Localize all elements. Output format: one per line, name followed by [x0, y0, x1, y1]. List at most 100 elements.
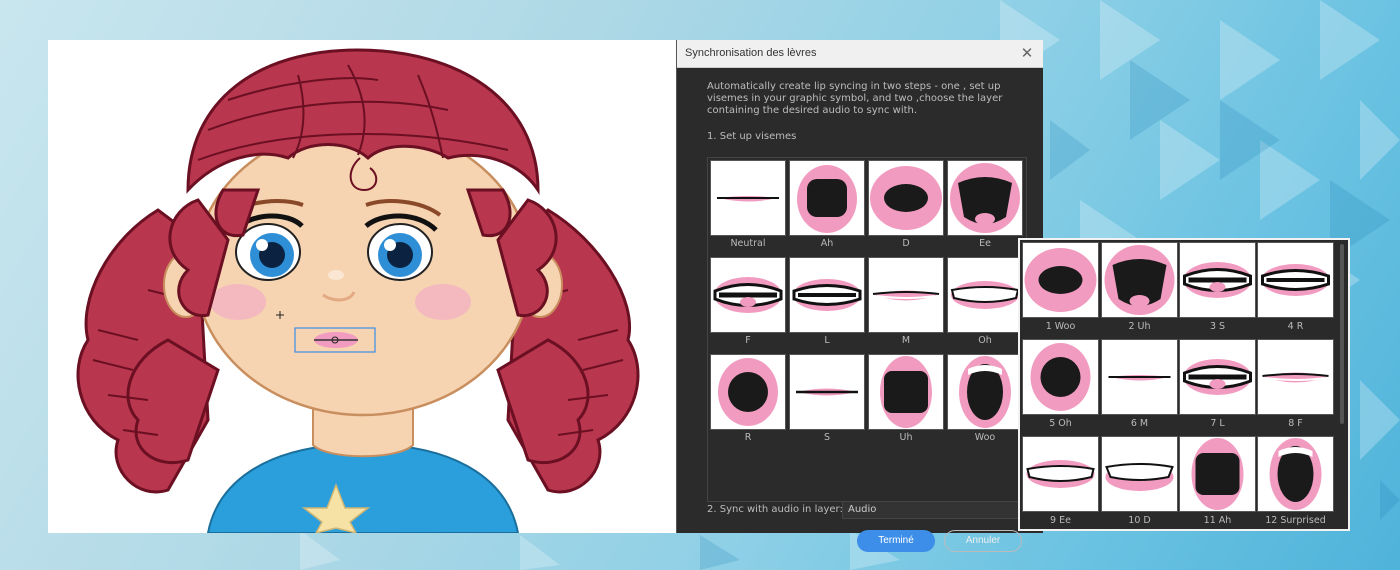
mouth-shape-icon: [717, 196, 779, 202]
mouth-library-item[interactable]: 2 Uh: [1101, 242, 1178, 338]
viseme-slot-l[interactable]: L: [789, 257, 865, 353]
viseme-label: Oh: [978, 335, 992, 346]
mouth-library-item[interactable]: 8 F: [1257, 339, 1334, 435]
scrollbar[interactable]: [1340, 244, 1344, 424]
mouth-label: 5 Oh: [1049, 418, 1072, 429]
lip-sync-dialog: Synchronisation des lèvres ✕ Automatical…: [676, 40, 1043, 552]
mouth-shape-icon: [1191, 438, 1244, 510]
mouth-thumbnail[interactable]: [1179, 242, 1256, 318]
viseme-thumbnail[interactable]: [710, 160, 786, 236]
mouth-shape-icon: [797, 165, 857, 233]
mouth-thumbnail[interactable]: [1022, 436, 1099, 512]
viseme-thumbnail[interactable]: [947, 354, 1023, 430]
mouth-thumbnail[interactable]: [1257, 436, 1334, 512]
mouth-thumbnail[interactable]: [1179, 339, 1256, 415]
mouth-thumbnail[interactable]: [1257, 242, 1334, 318]
viseme-label: Uh: [899, 432, 913, 443]
done-button[interactable]: Terminé: [857, 530, 935, 552]
mouth-library-panel: 1 Woo 2 Uh 3 S 4 R 5 Oh 6 M 7 L 8 F 9 Ee 10 D 11 A…: [1018, 238, 1350, 531]
viseme-slot-s[interactable]: S: [789, 354, 865, 450]
mouth-library-item[interactable]: 5 Oh: [1022, 339, 1099, 435]
viseme-slot-d[interactable]: D: [868, 160, 944, 256]
mouth-thumbnail[interactable]: [1101, 242, 1178, 318]
viseme-slot-ee[interactable]: Ee: [947, 160, 1023, 256]
mouth-library-item[interactable]: 12 Surprised: [1257, 436, 1334, 532]
viseme-slot-m[interactable]: M: [868, 257, 944, 353]
viseme-label: Ee: [979, 238, 991, 249]
mouth-thumbnail[interactable]: [1179, 436, 1256, 512]
mouth-library-item[interactable]: 9 Ee: [1022, 436, 1099, 532]
viseme-thumbnail[interactable]: [868, 160, 944, 236]
mouth-library-item[interactable]: 1 Woo: [1022, 242, 1099, 338]
mouth-shape-icon: [1030, 343, 1091, 411]
mouth-shape-icon: [950, 281, 1020, 309]
viseme-slot-woo[interactable]: Woo: [947, 354, 1023, 450]
mouth-shape-icon: [880, 356, 932, 428]
mouth-shape-icon: [1026, 460, 1095, 488]
viseme-label: R: [744, 432, 752, 443]
mouth-thumbnail[interactable]: [1022, 339, 1099, 415]
viseme-thumbnail[interactable]: [947, 160, 1023, 236]
mouth-shape-icon: [1183, 262, 1252, 298]
mouth-library-item[interactable]: 10 D: [1101, 436, 1178, 532]
animation-stage[interactable]: [48, 40, 676, 533]
viseme-thumbnail[interactable]: [710, 354, 786, 430]
audio-layer-select[interactable]: Audio: [842, 501, 1022, 519]
mouth-thumbnail[interactable]: [1101, 436, 1178, 512]
mouth-shape-icon: [1105, 463, 1174, 491]
viseme-label: L: [824, 335, 830, 346]
character-illustration[interactable]: [48, 40, 676, 533]
mouth-shape-icon: [796, 388, 858, 396]
mouth-shape-icon: [1024, 248, 1097, 312]
mouth-label: 3 S: [1209, 321, 1226, 332]
viseme-thumbnail[interactable]: [947, 257, 1023, 333]
viseme-label: F: [745, 335, 751, 346]
viseme-thumbnail[interactable]: [868, 354, 944, 430]
viseme-thumbnail[interactable]: [868, 257, 944, 333]
mouth-label: 8 F: [1288, 418, 1303, 429]
viseme-thumbnail[interactable]: [789, 160, 865, 236]
mouth-label: 4 R: [1287, 321, 1304, 332]
mouth-shape-icon: [1104, 245, 1175, 315]
mouth-library-item[interactable]: 3 S: [1179, 242, 1256, 338]
viseme-thumbnail[interactable]: [710, 257, 786, 333]
viseme-label: Ah: [820, 238, 834, 249]
viseme-label: M: [901, 335, 911, 346]
viseme-label: D: [902, 238, 910, 249]
viseme-slot-oh[interactable]: Oh: [947, 257, 1023, 353]
dialog-body: Automatically create lip syncing in two …: [677, 68, 1043, 552]
mouth-library-item[interactable]: 7 L: [1179, 339, 1256, 435]
mouth-label: 12 Surprised: [1265, 515, 1326, 526]
mouth-library-item[interactable]: 6 M: [1101, 339, 1178, 435]
viseme-label: S: [823, 432, 831, 443]
mouth-shape-icon: [792, 279, 862, 311]
cancel-button[interactable]: Annuler: [944, 530, 1022, 552]
viseme-label: Woo: [974, 432, 996, 443]
close-icon[interactable]: ✕: [1019, 44, 1035, 62]
mouth-shape-icon: [718, 358, 778, 426]
dialog-description: Automatically create lip syncing in two …: [707, 81, 1003, 116]
viseme-slot-uh[interactable]: Uh: [868, 354, 944, 450]
mouth-library-item[interactable]: 4 R: [1257, 242, 1334, 338]
mouth-shape-icon: [959, 356, 1011, 428]
viseme-slot-r[interactable]: R: [710, 354, 786, 450]
mouth-thumbnail[interactable]: [1022, 242, 1099, 318]
mouth-library-item[interactable]: 11 Ah: [1179, 436, 1256, 532]
mouth-shape-icon: [713, 277, 783, 313]
viseme-slot-neutral[interactable]: Neutral: [710, 160, 786, 256]
viseme-slot-f[interactable]: F: [710, 257, 786, 353]
mouth-thumbnail[interactable]: [1101, 339, 1178, 415]
viseme-slot-ah[interactable]: Ah: [789, 160, 865, 256]
step2-label: 2. Sync with audio in layer:: [707, 504, 843, 515]
viseme-thumbnail[interactable]: [789, 257, 865, 333]
mouth-shape-icon: [1183, 359, 1252, 395]
mouth-thumbnail[interactable]: [1257, 339, 1334, 415]
mouth-label: 2 Uh: [1128, 321, 1151, 332]
mouth-shape-icon: [1261, 264, 1330, 296]
mouth-shape-icon: [872, 290, 940, 301]
mouth-label: 10 D: [1128, 515, 1151, 526]
viseme-thumbnail[interactable]: [789, 354, 865, 430]
dialog-titlebar: Synchronisation des lèvres ✕: [677, 40, 1043, 68]
mouth-shape-icon: [1262, 372, 1329, 383]
mouth-shape-icon: [1269, 438, 1322, 510]
